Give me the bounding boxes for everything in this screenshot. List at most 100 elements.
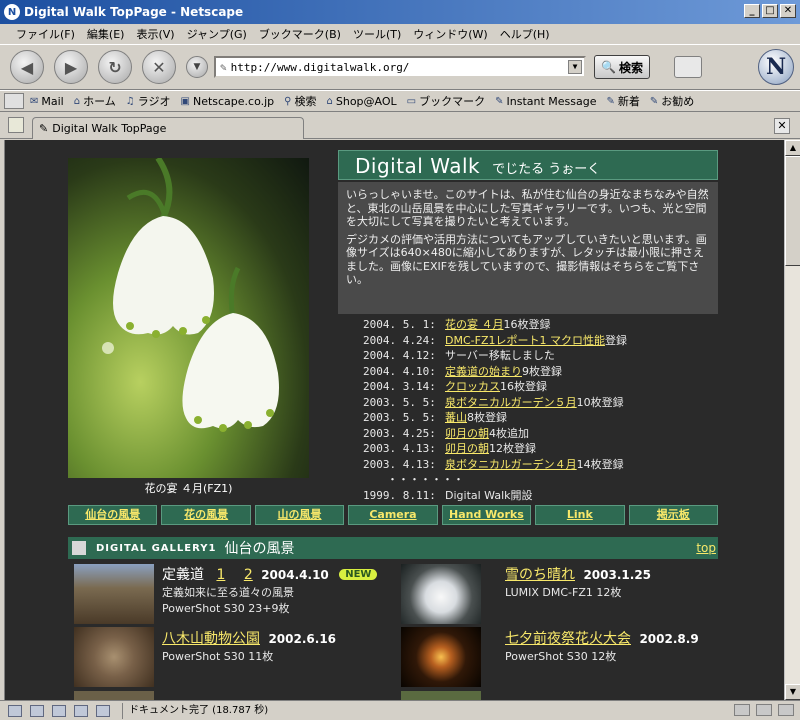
menu-bookmarks[interactable]: ブックマーク(B) (253, 26, 347, 42)
maximize-button[interactable]: □ (762, 4, 778, 18)
scroll-thumb[interactable] (785, 156, 800, 266)
gallery-thumbnail[interactable] (74, 564, 154, 624)
mail-icon[interactable] (30, 704, 44, 717)
category-link[interactable]: Link (535, 505, 625, 525)
close-tab-button[interactable]: ✕ (774, 118, 790, 134)
category-hand-works[interactable]: Hand Works (441, 505, 532, 525)
news-link[interactable]: 卯月の朝 (445, 426, 489, 442)
scroll-up-button[interactable]: ▲ (785, 140, 800, 156)
gallery-item: 七夕前夜祭花火大会 2002.8.9 PowerShot S30 12枚 (505, 628, 699, 664)
toolbar-home-icon[interactable] (4, 93, 24, 109)
netscape-logo[interactable]: N (758, 49, 794, 85)
top-link[interactable]: top (696, 541, 716, 555)
bookmark-icon: ✎ (606, 95, 615, 107)
news-link[interactable]: 花の宴 ４月 (445, 317, 504, 333)
search-button[interactable]: 🔍 検索 (594, 55, 650, 79)
url-bar[interactable]: ✎ ▼ (214, 56, 586, 78)
bookmark-radio[interactable]: ♫ ラジオ (126, 93, 171, 109)
snowflake-flower-image (102, 158, 279, 432)
reload-button[interactable]: ↻ (98, 50, 132, 84)
back-button[interactable]: ◀ (10, 50, 44, 84)
tab-digital-walk[interactable]: ✎ Digital Walk TopPage (32, 117, 304, 139)
menu-window[interactable]: ウィンドウ(W) (407, 26, 493, 42)
address-book-icon[interactable] (96, 704, 110, 717)
popup-blocker-icon[interactable] (778, 704, 794, 716)
bookmark-mail[interactable]: ✉ Mail (30, 95, 64, 108)
connection-icon (734, 704, 750, 716)
bookmark-home[interactable]: ⌂ ホーム (74, 93, 116, 109)
window-title: Digital Walk TopPage - Netscape (24, 5, 244, 19)
bookmark-new[interactable]: ✎ 新着 (607, 93, 640, 109)
security-lock-icon[interactable] (756, 704, 772, 716)
news-link[interactable]: 泉ボタニカルガーデン４月 (445, 457, 577, 473)
new-badge: NEW (339, 569, 378, 580)
item-link-2[interactable]: 2 (244, 567, 253, 583)
bookmark-instant-message[interactable]: ✎ Instant Message (495, 95, 596, 108)
category-sendai[interactable]: 仙台の風景 (68, 505, 158, 525)
gallery-thumbnail[interactable] (401, 564, 481, 624)
item-title-link[interactable]: 雪のち晴れ (505, 567, 575, 583)
chevron-down-icon: ▼ (193, 62, 201, 72)
vertical-scrollbar[interactable]: ▲ ▼ (784, 140, 800, 700)
print-button[interactable] (673, 56, 702, 78)
menu-edit[interactable]: 編集(E) (81, 26, 131, 42)
navigator-icon[interactable] (8, 704, 22, 717)
bookmark-shop[interactable]: ⌂ Shop@AOL (327, 95, 397, 108)
site-opened-item: 1999. 8.11: Digital Walk開設 (363, 488, 533, 502)
url-dropdown-button[interactable]: ▼ (186, 56, 208, 78)
aim-icon[interactable] (52, 704, 66, 717)
item-title-link[interactable]: 七夕前夜祭花火大会 (505, 631, 631, 647)
hero-photo[interactable] (68, 158, 309, 478)
gallery-item: 八木山動物公園 2002.6.16 PowerShot S30 11枚 (162, 628, 336, 664)
news-link[interactable]: 定義道の始まり (445, 364, 522, 380)
mail-icon: ✉ (30, 95, 39, 107)
menu-help[interactable]: ヘルプ(H) (494, 26, 556, 42)
item-camera: PowerShot S30 23+9枚 (162, 602, 290, 615)
menu-view[interactable]: 表示(V) (130, 26, 180, 42)
gallery-name: 仙台の風景 (224, 541, 295, 557)
bookmark-recommend[interactable]: ✎ お勧め (650, 93, 694, 109)
news-link[interactable]: DMC-FZ1レポート1 マクロ性能 (445, 333, 605, 349)
news-link[interactable]: 泉ボタニカルガーデン５月 (445, 395, 577, 411)
intro-text: いらっしゃいませ。このサイトは、私が住む仙台の身近なまちなみや自然と、東北の山岳… (338, 182, 718, 314)
my-icon: ▣ (180, 95, 190, 107)
scroll-down-button[interactable]: ▼ (785, 684, 800, 700)
forward-button[interactable]: ▶ (54, 50, 88, 84)
item-link-1[interactable]: 1 (216, 567, 225, 583)
category-bbs[interactable]: 掲示板 (628, 505, 718, 525)
close-window-button[interactable]: ✕ (780, 4, 796, 18)
news-item: 2003. 4.25: 卯月の朝 4枚追加 (363, 426, 529, 442)
category-flowers[interactable]: 花の風景 (161, 505, 251, 525)
minimize-button[interactable]: _ (744, 4, 760, 18)
item-title-link[interactable]: 八木山動物公園 (162, 631, 260, 647)
news-link[interactable]: クロッカス (445, 379, 500, 395)
tab-bar: ✎ Digital Walk TopPage ✕ (0, 113, 800, 139)
reload-icon: ↻ (108, 57, 122, 77)
item-date: 2004.4.10 (261, 568, 329, 582)
menu-tools[interactable]: ツール(T) (347, 26, 407, 42)
composer-icon[interactable] (74, 704, 88, 717)
sidebar-toggle-icon[interactable] (8, 117, 24, 133)
news-item: 2004. 5. 1: 花の宴 ４月 16枚登録 (363, 317, 551, 333)
bookmark-folder[interactable]: ▭ ブックマーク (407, 93, 485, 109)
news-link[interactable]: 蕃山 (445, 410, 467, 426)
news-ellipsis: ・・・・・・・ (387, 473, 464, 486)
gallery-thumbnail[interactable] (74, 691, 154, 700)
category-mountains[interactable]: 山の風景 (254, 505, 345, 525)
category-camera[interactable]: Camera (348, 505, 438, 525)
menu-go[interactable]: ジャンプ(G) (181, 26, 253, 42)
news-link[interactable]: 卯月の朝 (445, 441, 489, 457)
url-input[interactable] (230, 60, 551, 74)
bookmark-netscape[interactable]: ▣ Netscape.co.jp (181, 95, 275, 108)
bookmark-search[interactable]: ⚲ 検索 (284, 93, 316, 109)
menu-file[interactable]: ファイル(F) (10, 26, 81, 42)
category-nav: 仙台の風景 花の風景 山の風景 Camera Hand Works Link 掲… (68, 505, 718, 525)
gallery-thumbnail[interactable] (401, 691, 481, 700)
item-date: 2002.8.9 (639, 632, 699, 646)
stop-button[interactable]: ✕ (142, 50, 176, 84)
item-camera: PowerShot S30 12枚 (505, 650, 617, 663)
url-history-dropdown[interactable]: ▼ (568, 60, 582, 74)
gallery-thumbnail[interactable] (401, 627, 481, 687)
folder-icon: ▭ (406, 95, 417, 107)
gallery-thumbnail[interactable] (74, 627, 154, 687)
